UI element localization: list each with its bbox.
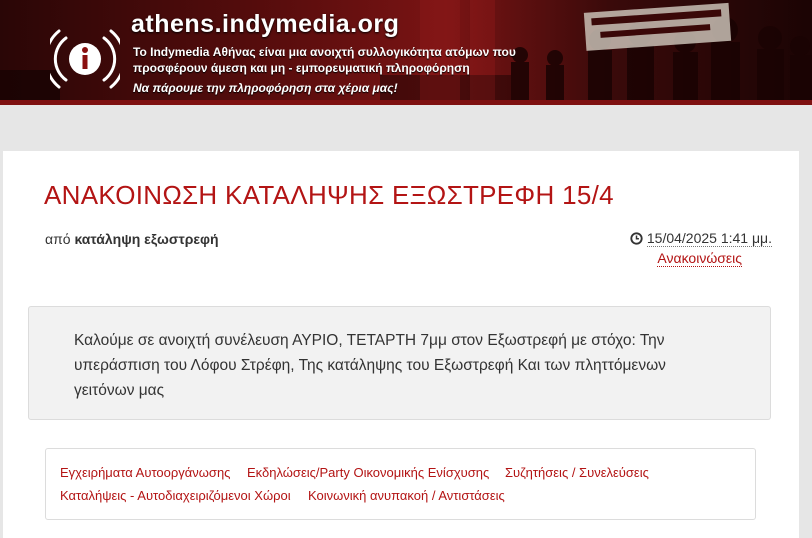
tag-link[interactable]: Εγχειρήματα Αυτοοργάνωσης <box>60 465 230 480</box>
article-byline: από κατάληψη εξωστρεφή <box>45 231 219 247</box>
article-date: 15/04/2025 1:41 μμ. <box>646 230 772 247</box>
header-bottom-border <box>0 100 812 105</box>
indymedia-i-broadcast-icon[interactable] <box>50 22 120 96</box>
site-header: athens.indymedia.org Το Indymedia Αθήνας… <box>0 0 812 105</box>
article-summary-box: Καλούμε σε ανοιχτή συνέλευση ΑΥΡΙΟ, ΤΕΤΑ… <box>28 306 771 420</box>
clock-icon <box>630 232 643 245</box>
article-summary-text: Καλούμε σε ανοιχτή συνέλευση ΑΥΡΙΟ, ΤΕΤΑ… <box>74 332 666 399</box>
site-tagline: Το Indymedia Αθήνας είναι μια ανοιχτή συ… <box>133 45 516 75</box>
byline-prefix: από <box>45 231 71 247</box>
article-card: ΑΝΑΚΟΙΝΩΣΗ ΚΑΤΑΛΗΨΗΣ ΕΞΩΣΤΡΕΦΗ 15/4 από … <box>3 151 799 538</box>
tag-link[interactable]: Συζητήσεις / Συνελεύσεις <box>505 465 649 480</box>
article-date-row: 15/04/2025 1:41 μμ. <box>630 230 772 247</box>
article-category-link[interactable]: Ανακοινώσεις <box>657 250 742 267</box>
article-meta: 15/04/2025 1:41 μμ. Ανακοινώσεις <box>630 230 772 267</box>
site-title[interactable]: athens.indymedia.org <box>131 10 399 39</box>
article-tags: Εγχειρήματα Αυτοοργάνωσης Εκδηλώσεις/Par… <box>45 448 756 520</box>
article-author[interactable]: κατάληψη εξωστρεφή <box>74 231 218 247</box>
tag-link[interactable]: Καταλήψεις - Αυτοδιαχειριζόμενοι Χώροι <box>60 488 291 503</box>
tag-link[interactable]: Εκδηλώσεις/Party Οικονομικής Ενίσχυσης <box>247 465 489 480</box>
article-title: ΑΝΑΚΟΙΝΩΣΗ ΚΑΤΑΛΗΨΗΣ ΕΞΩΣΤΡΕΦΗ 15/4 <box>44 180 614 210</box>
tag-link[interactable]: Κοινωνική ανυπακοή / Αντιστάσεις <box>308 488 505 503</box>
site-slogan: Να πάρουμε την πληροφόρηση στα χέρια μας… <box>133 81 398 95</box>
